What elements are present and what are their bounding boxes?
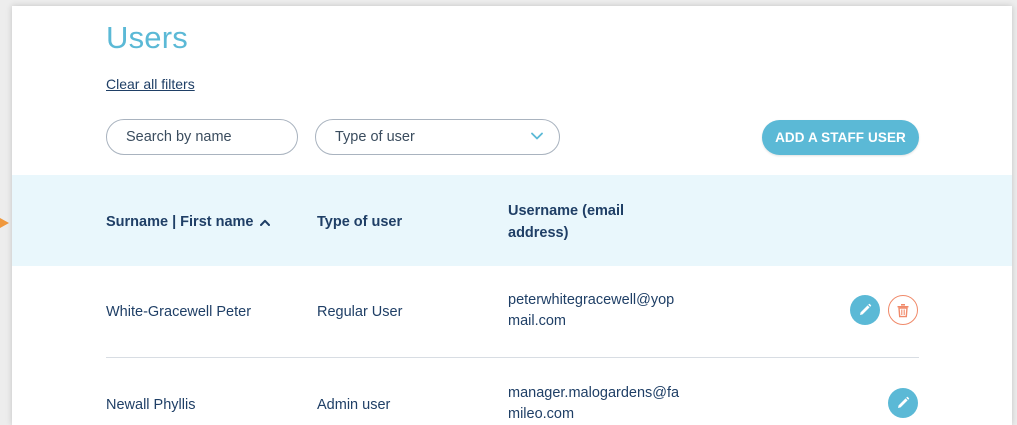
- page-title: Users: [106, 20, 188, 55]
- row-2-type: Admin user: [317, 397, 391, 413]
- row-divider: [106, 357, 919, 358]
- type-header: Type of user: [317, 214, 403, 230]
- window: Users Clear all filters Search by name T…: [0, 0, 1017, 425]
- search-input[interactable]: Search by name: [106, 119, 298, 155]
- sort-by-name-header[interactable]: Surname | First name: [106, 211, 270, 233]
- name-header-label: Surname | First name: [106, 214, 254, 230]
- row-1-email: peterwhitegracewell@yop mail.com: [508, 292, 675, 329]
- clear-filters-link[interactable]: Clear all filters: [106, 76, 195, 92]
- chevron-down-icon: [531, 132, 543, 140]
- user-type-select-label: Type of user: [335, 129, 415, 145]
- users-panel: Users Clear all filters Search by name T…: [12, 6, 1012, 425]
- row-1-delete-button[interactable]: [888, 295, 918, 325]
- pencil-icon: [898, 396, 910, 408]
- username-header: Username (email address): [508, 203, 625, 241]
- row-pointer-marker: [0, 218, 9, 228]
- sort-ascending-icon: [259, 219, 270, 226]
- row-1-name: White-Gracewell Peter: [106, 304, 252, 320]
- row-2-email: manager.malogardens@fa mileo.com: [508, 385, 680, 422]
- row-1-edit-button[interactable]: [850, 295, 880, 325]
- search-input-label: Search by name: [126, 129, 232, 145]
- add-staff-user-button[interactable]: ADD A STAFF USER: [762, 120, 919, 155]
- row-2-edit-button[interactable]: [888, 388, 918, 418]
- pencil-icon: [860, 303, 872, 315]
- trash-icon: [897, 303, 909, 317]
- row-1-type: Regular User: [317, 304, 403, 320]
- user-type-select[interactable]: Type of user: [315, 119, 560, 155]
- row-2-name: Newall Phyllis: [106, 397, 196, 413]
